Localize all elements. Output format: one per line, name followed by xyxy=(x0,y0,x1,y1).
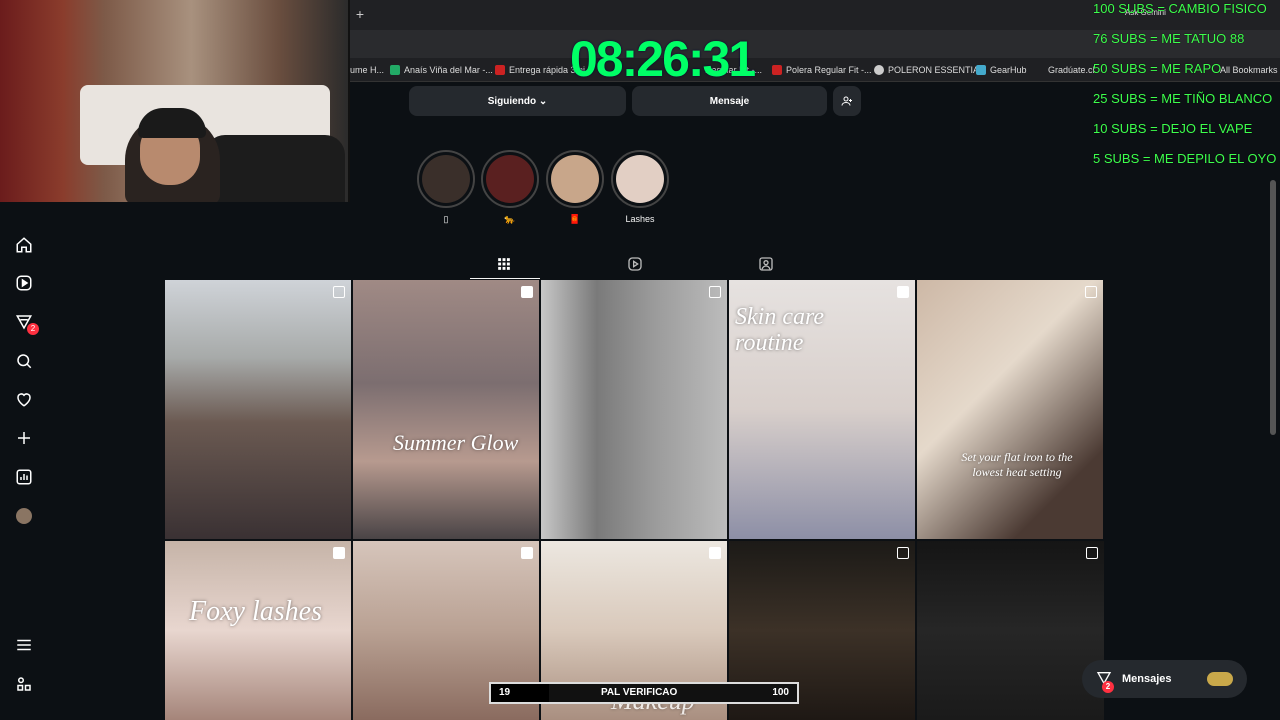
avatars-stack xyxy=(1207,672,1233,686)
story-thumbnail xyxy=(551,155,599,203)
posts-grid-icon[interactable] xyxy=(494,254,514,274)
home-icon[interactable] xyxy=(12,233,36,257)
bookmark-item[interactable]: ume H... xyxy=(350,62,384,78)
bookmark-item[interactable]: POLERON ESSENTIA... xyxy=(874,62,987,78)
carousel-icon xyxy=(333,286,345,298)
scrollbar[interactable] xyxy=(1270,180,1276,435)
video-icon xyxy=(521,547,533,559)
heart-icon[interactable] xyxy=(12,387,36,411)
post-thumbnail[interactable]: Set your flat iron to the lowest heat se… xyxy=(917,280,1103,539)
story-label: 🐆 xyxy=(504,214,516,224)
post-thumbnail[interactable] xyxy=(541,280,727,539)
stream-clock: 08:26:31 xyxy=(570,31,756,87)
carousel-icon xyxy=(709,286,721,298)
carousel-icon xyxy=(1086,547,1098,559)
story-label: 🧧 xyxy=(569,214,581,224)
verification-progress-bar: 19 PAL VERIFICAO 100 xyxy=(489,682,799,704)
subs-goal: 50 SUBS = ME RAPO xyxy=(1093,61,1222,76)
subs-goal: 76 SUBS = ME TATUO 88 xyxy=(1093,31,1245,46)
video-icon xyxy=(897,286,909,298)
reels-tab-icon[interactable] xyxy=(625,254,645,274)
following-label: Siguiendo xyxy=(487,95,537,107)
subs-goals-overlay: 100 SUBS = CAMBIO FISICO 76 SUBS = ME TA… xyxy=(1090,0,1280,170)
bookmark-item[interactable]: GearHub xyxy=(976,62,1027,78)
story-label: Lashes xyxy=(625,214,655,224)
message-label: Mensaje xyxy=(709,95,750,107)
notification-badge: 2 xyxy=(27,323,39,335)
messages-badge: 2 xyxy=(1102,680,1114,693)
post-overlay-text: Set your flat iron to the lowest heat se… xyxy=(961,450,1073,479)
messenger-icon[interactable]: 2 xyxy=(12,310,39,335)
webcam-overlay xyxy=(0,0,350,202)
following-button[interactable]: Siguiendo ⌄ xyxy=(409,86,626,116)
webcam-cap xyxy=(138,108,206,138)
reels-icon[interactable] xyxy=(12,271,36,295)
video-icon xyxy=(333,547,345,559)
story-thumbnail xyxy=(486,155,534,203)
post-thumbnail[interactable] xyxy=(165,280,351,539)
dashboard-icon[interactable] xyxy=(12,465,36,489)
story-thumbnail xyxy=(422,155,470,203)
post-thumbnail[interactable]: Foxy lashes xyxy=(165,541,351,720)
progress-current: 19 xyxy=(499,687,511,698)
story-label: ▯ xyxy=(443,214,449,224)
subs-goal: 25 SUBS = ME TIÑO BLANCO xyxy=(1093,91,1273,106)
subs-goal: 5 SUBS = ME DEPILO EL OYO xyxy=(1093,151,1277,166)
new-tab-button[interactable]: + xyxy=(350,6,370,24)
create-icon[interactable] xyxy=(12,426,36,450)
story-thumbnail xyxy=(616,155,664,203)
progress-goal: 100 xyxy=(772,687,789,698)
video-icon xyxy=(709,547,721,559)
subs-goal: 100 SUBS = CAMBIO FISICO xyxy=(1093,1,1267,16)
suggest-user-icon[interactable] xyxy=(833,86,861,116)
story-highlight[interactable] xyxy=(546,150,604,208)
subs-goal: 10 SUBS = DEJO EL VAPE xyxy=(1093,121,1253,136)
more-apps-icon[interactable] xyxy=(12,672,36,696)
bookmark-item[interactable]: Polera Regular Fit -... xyxy=(772,62,872,78)
active-tab-indicator xyxy=(470,278,540,279)
carousel-icon xyxy=(1085,286,1097,298)
search-icon[interactable] xyxy=(12,349,36,373)
post-thumbnail[interactable]: Skin care routine xyxy=(729,280,915,539)
story-highlight[interactable] xyxy=(417,150,475,208)
bookmark-item[interactable]: Anaís Viña del Mar -... xyxy=(390,62,493,78)
profile-avatar[interactable] xyxy=(12,504,36,528)
messages-button[interactable]: 2 Mensajes xyxy=(1082,660,1247,698)
messages-label: Mensajes xyxy=(1122,673,1172,685)
post-overlay-text: Skin care routine xyxy=(735,304,825,356)
post-overlay-text: Summer Glow xyxy=(393,430,519,455)
messenger-icon: 2 xyxy=(1096,670,1114,693)
story-highlight[interactable] xyxy=(481,150,539,208)
menu-icon[interactable] xyxy=(12,633,36,657)
bookmark-item[interactable]: Gradúate.cl xyxy=(1048,62,1095,78)
message-button[interactable]: Mensaje xyxy=(632,86,827,116)
post-thumbnail[interactable]: Summer Glow xyxy=(353,280,539,539)
carousel-icon xyxy=(897,547,909,559)
post-overlay-text: Foxy lashes xyxy=(189,596,322,627)
post-thumbnail[interactable] xyxy=(917,541,1104,720)
story-highlight[interactable] xyxy=(611,150,669,208)
progress-label: PAL VERIFICAO xyxy=(601,687,678,698)
tagged-tab-icon[interactable] xyxy=(756,254,776,274)
webcam-chair xyxy=(205,135,345,202)
video-icon xyxy=(521,286,533,298)
chevron-down-icon: ⌄ xyxy=(538,95,548,107)
